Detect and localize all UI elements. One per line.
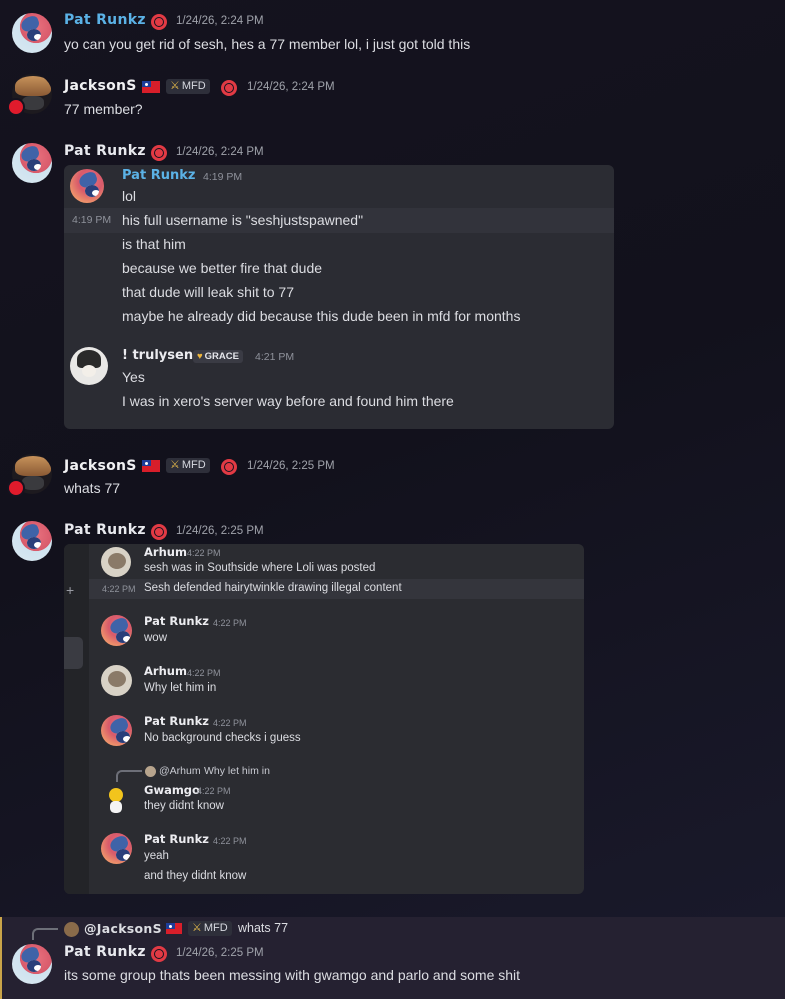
role-badge[interactable]: ⚔ MFD (166, 458, 210, 473)
message-text: Why let him in (144, 682, 217, 694)
author-name[interactable]: Pat Runkz (64, 12, 146, 28)
timestamp: 4:21 PM (255, 351, 295, 363)
sword-icon: ⚔ (192, 922, 202, 934)
timestamp: 1/24/26, 2:25 PM (176, 947, 264, 959)
status-icon (9, 100, 23, 114)
timestamp: 4:22 PM (213, 618, 247, 628)
author-name[interactable]: Pat Runkz (64, 522, 146, 538)
message-text: 77 member? (64, 101, 143, 117)
message-text: Yes (122, 369, 145, 385)
reply-preview: whats 77 (238, 921, 289, 935)
reply-connector (116, 770, 142, 782)
timestamp: 1/24/26, 2:25 PM (247, 460, 335, 472)
reply-avatar (64, 922, 79, 937)
message-text: I was in xero's server way before and fo… (122, 393, 454, 409)
message-text: whats 77 (64, 480, 121, 496)
message-text: because we better fire that dude (122, 260, 323, 276)
avatar (70, 169, 104, 203)
message-text: yeah (144, 850, 169, 862)
author-name: Pat Runkz (144, 614, 209, 628)
author-name: Pat Runkz (144, 832, 209, 846)
author-name[interactable]: JacksonS (64, 458, 137, 474)
globe-icon (221, 80, 237, 96)
flag-icon (166, 923, 182, 934)
globe-icon (151, 14, 167, 30)
message-text: Sesh defended hairytwinkle drawing illeg… (144, 582, 402, 594)
globe-icon (221, 459, 237, 475)
timestamp: 4:22 PM (213, 718, 247, 728)
author-name: Arhum (144, 664, 187, 678)
message-text: lol (122, 188, 137, 204)
timestamp: 1/24/26, 2:24 PM (176, 15, 264, 27)
globe-icon (151, 524, 167, 540)
author-name: Arhum (144, 545, 187, 559)
message-text: his full username is "seshjustspawned" (122, 212, 364, 228)
reply-mention[interactable]: @JacksonS (84, 921, 162, 936)
message-text: and they didnt know (144, 870, 247, 882)
message: JacksonS ⚔ MFD 1/24/26, 2:24 PM 77 member… (0, 68, 785, 128)
timestamp: 4:22 PM (187, 668, 221, 678)
avatar (70, 347, 108, 385)
avatar (101, 786, 131, 816)
author-name: Pat Runkz (144, 714, 209, 728)
message-text: sesh was in Southside where Loli was pos… (144, 562, 376, 574)
message: Pat Runkz 1/24/26, 2:24 PM yo can you ge… (0, 0, 785, 60)
avatar (101, 715, 132, 746)
author-name[interactable]: Pat Runkz (64, 143, 146, 159)
avatar (101, 547, 131, 577)
message-text: wow (144, 632, 168, 644)
message-text: its some group thats been messing with g… (64, 967, 521, 983)
avatar (101, 615, 132, 646)
message-text: that dude will leak shit to 77 (122, 284, 294, 300)
embedded-screenshot[interactable]: Pat Runkz 4:19 PM lol 4:19 PM his full u… (64, 165, 614, 429)
avatar[interactable] (12, 13, 52, 53)
reply-avatar (145, 766, 156, 777)
message: Pat Runkz 1/24/26, 2:25 PM (0, 516, 785, 561)
timestamp: 1/24/26, 2:24 PM (247, 81, 335, 93)
message-text: is that him (122, 236, 186, 252)
reply-preview: Why let him in (204, 765, 270, 777)
role-badge[interactable]: ⚔ MFD (166, 79, 210, 94)
role-badge: ♥ GRACE (193, 350, 243, 363)
sword-icon: ⚔ (170, 459, 180, 471)
timestamp: 4:22 PM (197, 786, 231, 796)
avatar[interactable] (12, 944, 52, 984)
reply-mention: @Arhum (159, 765, 201, 777)
avatar (101, 665, 132, 696)
timestamp: 4:22 PM (187, 548, 221, 558)
heart-icon: ♥ (197, 351, 203, 362)
flag-icon (142, 460, 160, 472)
author-name: Pat Runkz (122, 168, 196, 183)
left-strip-tab (64, 637, 83, 669)
hover-timestamp: 4:22 PM (102, 584, 136, 594)
globe-icon (151, 946, 167, 962)
status-icon (9, 481, 23, 495)
timestamp: 4:22 PM (213, 836, 247, 846)
message-text: maybe he already did because this dude b… (122, 308, 521, 324)
avatar[interactable] (12, 143, 52, 183)
message-text: No background checks i guess (144, 732, 301, 744)
author-name: ! trulysenz (122, 348, 201, 363)
author-name[interactable]: Pat Runkz (64, 944, 146, 960)
sword-icon: ⚔ (170, 80, 180, 92)
message: @JacksonS ⚔ MFD whats 77 Pat Runkz 1/24/2… (0, 917, 785, 999)
reply-connector (32, 928, 58, 940)
avatar (101, 833, 132, 864)
flag-icon (142, 81, 160, 93)
role-badge: ⚔ MFD (188, 921, 232, 936)
message-text: they didnt know (144, 800, 224, 812)
timestamp: 1/24/26, 2:25 PM (176, 525, 264, 537)
embedded-screenshot[interactable]: + Arhum 4:22 PM sesh was in Southside wh… (64, 544, 584, 894)
message-text: yo can you get rid of sesh, hes a 77 mem… (64, 36, 471, 52)
timestamp: 1/24/26, 2:24 PM (176, 146, 264, 158)
hover-timestamp: 4:19 PM (72, 214, 112, 226)
globe-icon (151, 145, 167, 161)
timestamp: 4:19 PM (203, 171, 243, 183)
author-name: Gwamgo (144, 783, 200, 797)
plus-icon: + (66, 582, 75, 598)
avatar[interactable] (12, 521, 52, 561)
message: JacksonS ⚔ MFD 1/24/26, 2:25 PM whats 77 (0, 450, 785, 510)
author-name[interactable]: JacksonS (64, 78, 137, 94)
